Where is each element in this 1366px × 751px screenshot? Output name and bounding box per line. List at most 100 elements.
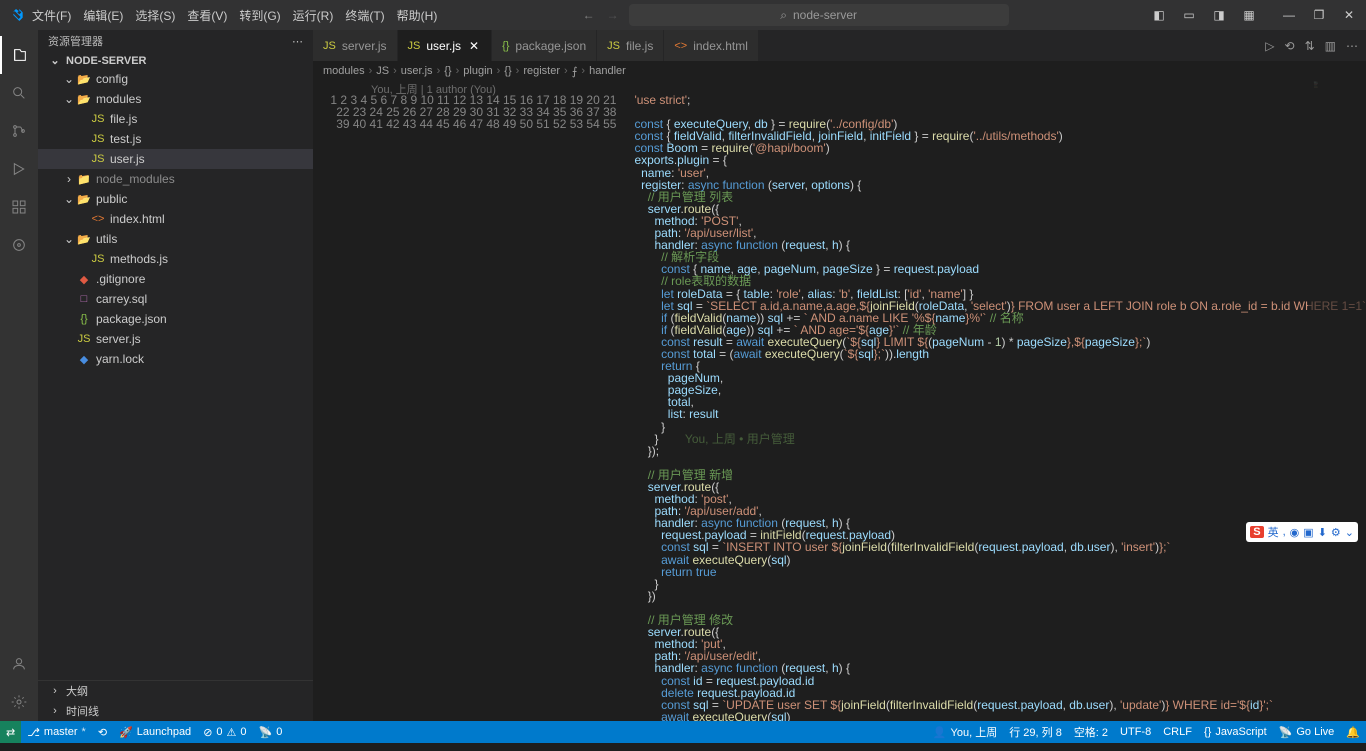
run-debug-icon[interactable] <box>0 150 38 188</box>
compare-icon[interactable]: ⟲ <box>1285 39 1295 53</box>
file-item[interactable]: JStest.js <box>38 129 313 149</box>
rocket-icon: 🚀 <box>119 726 133 739</box>
run-icon[interactable]: ▷ <box>1265 39 1274 53</box>
breadcrumb-segment[interactable]: handler <box>589 65 626 77</box>
source-control-icon[interactable] <box>0 112 38 150</box>
breadcrumb-segment[interactable]: {} <box>444 65 451 77</box>
editor-tabs: JSserver.jsJSuser.js✕{}package.jsonJSfil… <box>313 30 1366 61</box>
cursor-position[interactable]: 行 29, 列 8 <box>1003 724 1068 740</box>
file-item[interactable]: ◆yarn.lock <box>38 349 313 369</box>
file-item[interactable]: □carrey.sql <box>38 289 313 309</box>
workspace-root[interactable]: ⌄NODE-SERVER <box>38 52 313 69</box>
folder-item[interactable]: ⌄📂public <box>38 189 313 209</box>
layout-panel-icon[interactable]: ▭ <box>1178 4 1200 26</box>
file-item[interactable]: JSfile.js <box>38 109 313 129</box>
menu-item[interactable]: 查看(V) <box>181 3 233 28</box>
nav-back-icon[interactable]: ← <box>583 8 595 22</box>
folder-item[interactable]: ⌄📂config <box>38 69 313 89</box>
menu-item[interactable]: 帮助(H) <box>391 3 444 28</box>
explorer-sidebar: 资源管理器 ⋯ ⌄NODE-SERVER ⌄📂config⌄📂modulesJS… <box>38 30 313 721</box>
breadcrumb-segment[interactable]: plugin <box>463 65 492 77</box>
breadcrumb-segment[interactable]: {} <box>504 65 511 77</box>
breadcrumb-segment[interactable]: register <box>523 65 560 77</box>
ports[interactable]: 📡0 <box>253 726 289 739</box>
remote-button[interactable]: ⇄ <box>0 721 21 743</box>
indentation[interactable]: 空格: 2 <box>1068 724 1114 740</box>
person-icon: 👤 <box>933 726 947 739</box>
encoding[interactable]: UTF-8 <box>1114 726 1157 738</box>
language-mode[interactable]: {}JavaScript <box>1198 726 1273 738</box>
timeline-panel-toggle[interactable]: ›时间线 <box>38 701 313 721</box>
extensions-icon[interactable] <box>0 188 38 226</box>
line-gutter: 1 2 3 4 5 6 7 8 9 10 11 12 13 14 15 16 1… <box>313 94 634 721</box>
folder-item[interactable]: ›📁node_modules <box>38 169 313 189</box>
status-bar: ⇄ ⎇master* ⟲ 🚀Launchpad ⊘0⚠0 📡0 👤You, 上周… <box>0 721 1366 743</box>
tab-close-icon: ✕ <box>467 39 481 53</box>
account-icon[interactable] <box>0 645 38 683</box>
app-logo <box>6 7 26 23</box>
ime-toolbar[interactable]: S 英 , ◉ ▣ ⬇ ⚙ ⌄ <box>1246 522 1358 542</box>
window-close-icon[interactable]: ✕ <box>1338 4 1360 26</box>
menu-item[interactable]: 编辑(E) <box>77 3 129 28</box>
window-restore-icon[interactable]: ❐ <box>1308 4 1330 26</box>
breadcrumb[interactable]: modules›JS›user.js›{}›plugin›{}›register… <box>313 61 1366 81</box>
breadcrumb-segment[interactable]: modules <box>323 65 365 77</box>
file-item[interactable]: JSmethods.js <box>38 249 313 269</box>
problems[interactable]: ⊘0⚠0 <box>197 726 252 739</box>
gitlens-icon[interactable] <box>0 226 38 264</box>
menu-item[interactable]: 文件(F) <box>26 3 77 28</box>
file-item[interactable]: JSuser.js <box>38 149 313 169</box>
menu-item[interactable]: 选择(S) <box>129 3 181 28</box>
editor-tab[interactable]: JSuser.js✕ <box>398 30 493 61</box>
file-item[interactable]: ◆.gitignore <box>38 269 313 289</box>
notifications-icon[interactable]: 🔔 <box>1340 726 1366 739</box>
menu-item[interactable]: 运行(R) <box>287 3 340 28</box>
file-item[interactable]: JSserver.js <box>38 329 313 349</box>
layout-sidebar-right-icon[interactable]: ◨ <box>1208 4 1230 26</box>
editor-tab[interactable]: <>index.html <box>664 30 759 61</box>
eol[interactable]: CRLF <box>1157 726 1198 738</box>
explorer-icon[interactable] <box>0 36 38 74</box>
menu-item[interactable]: 终端(T) <box>339 3 390 28</box>
diff-icon[interactable]: ⇅ <box>1305 39 1315 53</box>
nav-forward-icon[interactable]: → <box>607 8 619 22</box>
menu-item[interactable]: 转到(G) <box>233 3 286 28</box>
editor-tab[interactable]: JSfile.js <box>597 30 664 61</box>
radio-icon: 📡 <box>259 726 273 739</box>
file-item[interactable]: <>index.html <box>38 209 313 229</box>
search-icon: ⌕ <box>780 8 787 23</box>
folder-item[interactable]: ⌄📂modules <box>38 89 313 109</box>
blame-author[interactable]: 👤You, 上周 <box>927 724 1003 740</box>
braces-icon: {} <box>1204 726 1211 738</box>
editor-tab[interactable]: {}package.json <box>492 30 597 61</box>
breadcrumb-segment[interactable]: ⨍ <box>572 65 578 78</box>
editor-tab[interactable]: JSserver.js <box>313 30 398 61</box>
breadcrumb-segment[interactable]: user.js <box>401 65 433 77</box>
layout-sidebar-left-icon[interactable]: ◧ <box>1148 4 1170 26</box>
warning-icon: ⚠ <box>227 726 237 739</box>
window-minimize-icon[interactable]: — <box>1278 4 1300 26</box>
breadcrumb-segment[interactable]: JS <box>376 65 389 77</box>
folder-item[interactable]: ⌄📂utils <box>38 229 313 249</box>
code-content[interactable]: 'use strict'; const { executeQuery, db }… <box>634 94 1366 721</box>
ime-logo-icon: S <box>1250 526 1263 538</box>
search-icon[interactable] <box>0 74 38 112</box>
more-icon[interactable]: ⋯ <box>1346 39 1358 53</box>
launchpad[interactable]: 🚀Launchpad <box>113 726 197 739</box>
minimap[interactable] <box>1308 81 1366 721</box>
split-icon[interactable]: ▥ <box>1325 39 1336 53</box>
outline-panel-toggle[interactable]: ›大纲 <box>38 681 313 701</box>
gitlens-blame: You, 上周 | 1 author (You) <box>321 81 496 97</box>
settings-gear-icon[interactable] <box>0 683 38 721</box>
go-live[interactable]: 📡Go Live <box>1273 726 1341 739</box>
sidebar-more-icon[interactable]: ⋯ <box>292 35 303 48</box>
nav-arrows[interactable]: ← → <box>583 8 619 22</box>
file-item[interactable]: {}package.json <box>38 309 313 329</box>
layout-customize-icon[interactable]: ▦ <box>1238 4 1260 26</box>
git-branch[interactable]: ⎇master* <box>21 726 92 739</box>
error-icon: ⊘ <box>203 726 212 739</box>
command-center[interactable]: ⌕ node-server <box>629 4 1009 26</box>
sync-button[interactable]: ⟲ <box>92 726 113 739</box>
main-menu: 文件(F)编辑(E)选择(S)查看(V)转到(G)运行(R)终端(T)帮助(H) <box>26 3 443 28</box>
title-bar: 文件(F)编辑(E)选择(S)查看(V)转到(G)运行(R)终端(T)帮助(H)… <box>0 0 1366 30</box>
